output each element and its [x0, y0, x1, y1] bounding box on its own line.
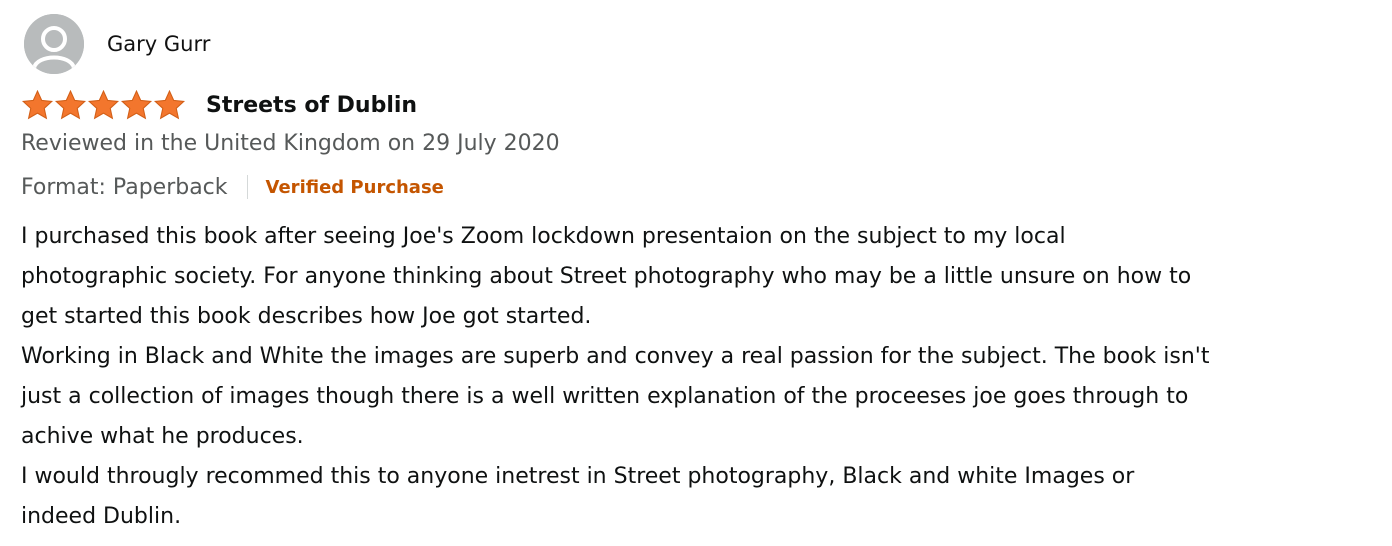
- review-date: Reviewed in the United Kingdom on 29 Jul…: [21, 131, 560, 156]
- star-rating: [21, 89, 186, 121]
- review-body-line: get started this book describes how Joe …: [21, 304, 592, 329]
- review-body-line: I would througly recommed this to anyone…: [21, 464, 1135, 489]
- review-format-strip: Format: Paperback Verified Purchase: [21, 172, 444, 202]
- review-body-line: indeed Dublin.: [21, 504, 182, 529]
- review-title-link[interactable]: Streets of Dublin: [21, 89, 417, 121]
- review-body-line: photographic society. For anyone thinkin…: [21, 264, 1192, 289]
- customer-review: Gary Gurr Streets of Dublin Reviewed in …: [0, 0, 1392, 546]
- review-body-line: achive what he produces.: [21, 424, 304, 449]
- star-icon: [153, 89, 186, 121]
- star-icon: [120, 89, 153, 121]
- reviewer-profile[interactable]: Gary Gurr: [24, 14, 210, 74]
- review-body-line: Working in Black and White the images ar…: [21, 344, 1210, 369]
- review-body-line: just a collection of images though there…: [21, 384, 1189, 409]
- review-title[interactable]: Streets of Dublin: [206, 93, 417, 118]
- reviewer-name[interactable]: Gary Gurr: [107, 32, 210, 56]
- star-icon: [21, 89, 54, 121]
- review-body-line: I purchased this book after seeing Joe's…: [21, 224, 1066, 249]
- verified-purchase-badge: Verified Purchase: [265, 176, 444, 198]
- star-icon: [87, 89, 120, 121]
- format-link[interactable]: Format: Paperback: [21, 175, 228, 200]
- review-body: I purchased this book after seeing Joe's…: [21, 217, 1381, 537]
- divider: [246, 175, 248, 199]
- default-user-avatar-icon: [24, 14, 84, 74]
- star-icon: [54, 89, 87, 121]
